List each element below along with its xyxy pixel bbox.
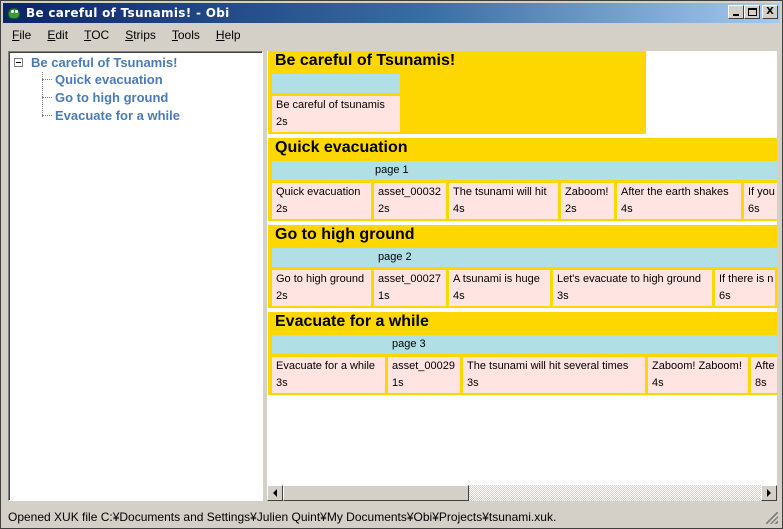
page-row[interactable] <box>272 74 400 93</box>
status-text: Opened XUK file C:¥Documents and Setting… <box>8 509 557 524</box>
page-row[interactable]: page 3 <box>272 335 777 354</box>
strip-title[interactable]: Quick evacuation <box>275 139 408 157</box>
maximize-icon <box>747 8 757 16</box>
audio-block[interactable]: Zaboom! Zaboom! 4s <box>648 357 748 393</box>
resize-grip-icon[interactable] <box>766 512 778 524</box>
menu-strips[interactable]: Strips <box>116 28 163 42</box>
tree-node-evacuate-for-a-while[interactable]: Evacuate for a while <box>42 108 180 123</box>
toc-tree-panel[interactable]: Be careful of Tsunamis! Quick evacuation… <box>8 51 263 501</box>
arrow-left-icon <box>273 489 277 497</box>
minimize-button[interactable] <box>728 5 744 19</box>
audio-block[interactable]: The tsunami will hit several times 3s <box>463 357 645 393</box>
tree-node-label: Be careful of Tsunamis! <box>31 55 178 70</box>
window-title: Be careful of Tsunamis! - Obi <box>26 6 230 20</box>
strips-view[interactable]: Be careful of Tsunamis! Be careful of ts… <box>267 51 777 485</box>
audio-block[interactable]: If you 6s <box>744 183 777 219</box>
audio-block[interactable]: The tsunami will hit 4s <box>449 183 558 219</box>
audio-block[interactable]: After the earth shakes 4s <box>617 183 741 219</box>
page-label: page 3 <box>392 338 426 350</box>
menu-help[interactable]: Help <box>207 28 248 42</box>
horizontal-scrollbar[interactable] <box>267 485 777 501</box>
strip-section[interactable]: Evacuate for a while page 3 Evacuate for… <box>268 312 777 395</box>
menu-toc[interactable]: TOC <box>75 28 116 42</box>
arrow-right-icon <box>767 489 771 497</box>
menu-file-rest: ile <box>19 28 32 42</box>
status-bar: Opened XUK file C:¥Documents and Setting… <box>3 507 780 526</box>
audio-block[interactable]: Go to high ground 2s <box>272 270 371 306</box>
close-button[interactable]: X <box>762 5 778 19</box>
maximize-button[interactable] <box>744 5 760 19</box>
audio-block[interactable]: asset_00032 2s <box>374 183 446 219</box>
menu-edit[interactable]: Edit <box>38 28 75 42</box>
menu-file[interactable]: File <box>3 28 38 42</box>
menu-bar: File Edit TOC Strips Tools Help <box>3 25 780 45</box>
audio-block[interactable]: Let's evacuate to high ground 3s <box>553 270 712 306</box>
audio-block[interactable]: If there is n 6s <box>715 270 775 306</box>
audio-block[interactable]: Zaboom! 2s <box>561 183 614 219</box>
minimize-icon <box>733 14 739 16</box>
page-label: page 2 <box>378 251 412 263</box>
tree-node-quick-evacuation[interactable]: Quick evacuation <box>42 72 163 87</box>
audio-block[interactable]: Be careful of tsunamis 2s <box>272 96 400 132</box>
app-window: Be careful of Tsunamis! - Obi X File Edi… <box>0 0 783 529</box>
audio-block[interactable]: Evacuate for a while 3s <box>272 357 385 393</box>
page-row[interactable]: page 2 <box>272 248 777 267</box>
audio-block[interactable]: Afte 8s <box>751 357 777 393</box>
strip-title[interactable]: Go to high ground <box>275 226 415 244</box>
tree-node-go-to-high-ground[interactable]: Go to high ground <box>42 90 168 105</box>
audio-block[interactable]: asset_00027 1s <box>374 270 446 306</box>
strip-section[interactable]: Go to high ground page 2 Go to high grou… <box>268 225 777 308</box>
audio-block[interactable]: Quick evacuation 2s <box>272 183 371 219</box>
strip-section[interactable]: Be careful of Tsunamis! Be careful of ts… <box>268 51 646 134</box>
scroll-left-button[interactable] <box>267 485 283 501</box>
strip-title[interactable]: Evacuate for a while <box>275 313 429 331</box>
title-bar[interactable]: Be careful of Tsunamis! - Obi X <box>3 3 780 23</box>
page-row[interactable]: page 1 <box>272 161 777 180</box>
collapse-icon[interactable] <box>14 58 23 67</box>
menu-tools[interactable]: Tools <box>163 28 207 42</box>
audio-block[interactable]: A tsunami is huge 4s <box>449 270 550 306</box>
close-icon: X <box>766 6 774 17</box>
scroll-right-button[interactable] <box>761 485 777 501</box>
strip-section[interactable]: Quick evacuation page 1 Quick evacuation… <box>268 138 777 221</box>
obi-app-icon <box>6 5 22 21</box>
strip-title[interactable]: Be careful of Tsunamis! <box>275 52 455 70</box>
audio-block[interactable]: asset_00029 1s <box>388 357 460 393</box>
scroll-thumb[interactable] <box>283 485 469 501</box>
page-label: page 1 <box>375 164 409 176</box>
tree-node-root[interactable]: Be careful of Tsunamis! <box>14 55 177 70</box>
